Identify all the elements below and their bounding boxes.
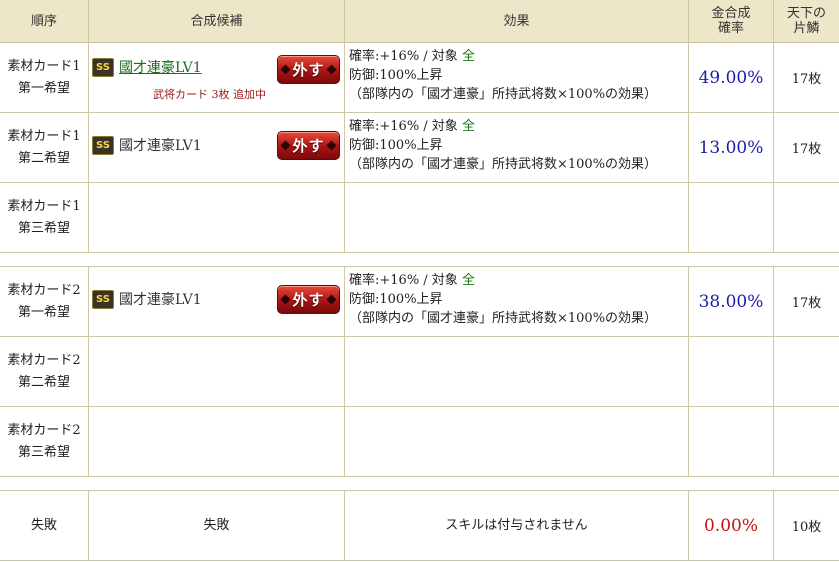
header-candidate: 合成候補 xyxy=(89,0,344,43)
order-card: 素材カード1 xyxy=(7,58,81,74)
skill-name: 國才連豪LV1 xyxy=(119,138,202,154)
candidate-skill: SS 國才連豪LV1 xyxy=(92,289,202,309)
order-preference: 第一希望 xyxy=(17,80,70,96)
candidate-skill: SS 國才連豪LV1 xyxy=(92,57,202,77)
failure-candidate: 失敗 xyxy=(203,517,230,533)
gold-rate-value: 49.00% xyxy=(698,67,764,88)
row-order: 素材カード1 第二希望 xyxy=(7,128,81,166)
diamond-icon xyxy=(281,140,291,151)
diamond-icon xyxy=(326,64,336,75)
remove-button[interactable]: 外す xyxy=(277,131,340,160)
failure-effect: スキルは付与されません xyxy=(445,517,588,533)
header-order: 順序 xyxy=(0,0,88,43)
ss-rank-icon: SS xyxy=(92,289,114,309)
row-order: 素材カード1 第三希望 xyxy=(7,198,81,236)
failure-fragments: 10枚 xyxy=(791,520,822,535)
fragments-value: 17枚 xyxy=(791,142,822,157)
effect-text: 確率:+16% / 対象 全 防御:100%上昇 （部隊内の「國才連豪」所持武将… xyxy=(349,119,658,172)
row-order: 素材カード2 第一希望 xyxy=(7,282,81,320)
candidate-skill: SS 國才連豪LV1 xyxy=(92,135,202,155)
gold-rate-value: 38.00% xyxy=(698,291,764,312)
synthesis-table: 順序 合成候補 効果 金合成 確率 天下の 片鱗 素材カード1 第一希望 SS 國… xyxy=(0,0,839,562)
effect-target: 全 xyxy=(461,49,475,64)
header-effect: 効果 xyxy=(345,0,688,43)
skill-name: 國才連豪LV1 xyxy=(119,292,202,308)
row-order: 素材カード2 第二希望 xyxy=(7,352,81,390)
failure-rate: 0.00% xyxy=(703,515,758,536)
header-gold-rate: 金合成 確率 xyxy=(689,0,773,43)
added-cards-note: 武将カード 3枚 追加中 xyxy=(153,88,266,101)
remove-button[interactable]: 外す xyxy=(277,55,340,84)
effect-text: 確率:+16% / 対象 全 防御:100%上昇 （部隊内の「國才連豪」所持武将… xyxy=(349,273,658,326)
skill-link[interactable]: 國才連豪LV1 xyxy=(119,57,202,77)
diamond-icon xyxy=(281,64,291,75)
diamond-icon xyxy=(281,294,291,305)
remove-button[interactable]: 外す xyxy=(277,285,340,314)
fragments-value: 17枚 xyxy=(791,72,822,87)
row-order: 素材カード2 第三希望 xyxy=(7,422,81,460)
ss-rank-icon: SS xyxy=(92,135,114,155)
diamond-icon xyxy=(326,294,336,305)
row-order: 素材カード1 第一希望 xyxy=(0,43,88,112)
header-fragments: 天下の 片鱗 xyxy=(774,0,839,43)
gold-rate-value: 13.00% xyxy=(698,137,764,158)
diamond-icon xyxy=(326,140,336,151)
failure-order: 失敗 xyxy=(30,517,57,533)
ss-rank-icon: SS xyxy=(92,57,114,77)
fragments-value: 17枚 xyxy=(791,296,822,311)
effect-text: 確率:+16% / 対象 全 防御:100%上昇 （部隊内の「國才連豪」所持武将… xyxy=(349,49,658,102)
